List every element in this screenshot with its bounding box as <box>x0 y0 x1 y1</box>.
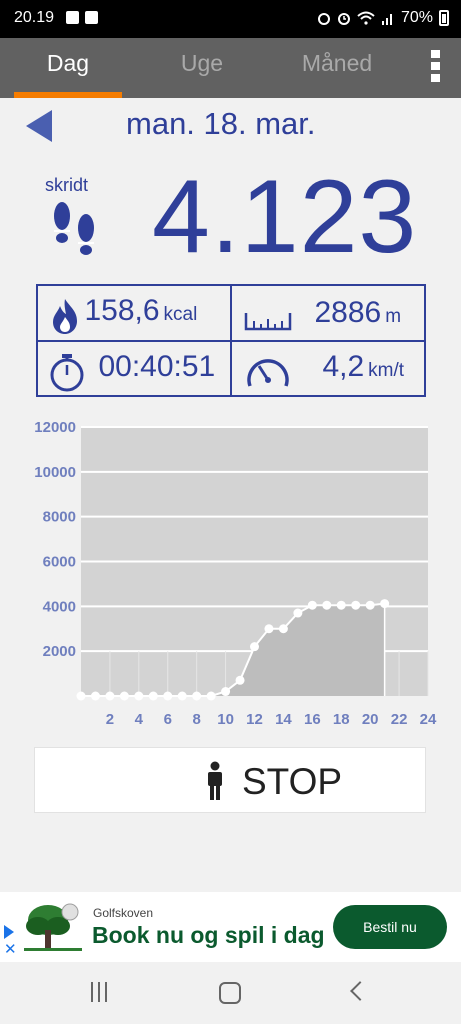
chart-data-point <box>293 608 303 618</box>
steps-per-hour-chart: 200040006000800010000120002 4 6 8 10 12 14 16 18… <box>34 419 437 728</box>
chart-data-point <box>192 691 202 701</box>
stats-grid: 158,6 kcal 2886 m 00:40:51 4,2 km/t <box>36 284 426 397</box>
date-navigation: man. 18. mar. <box>0 102 461 152</box>
chart-data-point <box>351 600 361 610</box>
speed-unit: km/t <box>368 360 405 381</box>
chart-data-point <box>250 642 259 652</box>
wifi-icon <box>357 11 375 25</box>
y-tick-label: 8000 <box>43 509 76 526</box>
chart-data-point <box>134 691 144 701</box>
chart-data-point <box>307 600 317 610</box>
ad-advertiser: Golfskoven <box>93 906 154 920</box>
x-tick-label: 22 <box>391 711 408 728</box>
x-tick-label: 14 <box>275 711 292 728</box>
x-tick-label: 20 <box>362 711 379 728</box>
home-icon[interactable] <box>219 982 241 1004</box>
chart-data-point <box>119 691 129 701</box>
chart-data-point <box>264 624 274 634</box>
x-tick-label: 16 <box>304 711 321 728</box>
chart-data-point <box>221 687 231 697</box>
chart-data-point <box>105 691 115 701</box>
recents-icon[interactable] <box>91 982 107 1002</box>
tab-week[interactable]: Uge <box>150 38 254 98</box>
overflow-menu-icon[interactable] <box>431 50 441 86</box>
status-bar: 20.19 70% <box>0 0 461 38</box>
chart-data-point <box>177 691 187 701</box>
x-tick-label: 24 <box>420 711 437 728</box>
tab-day[interactable]: Dag <box>14 38 122 98</box>
distance-unit: m <box>385 306 402 327</box>
flame-icon <box>53 298 77 334</box>
ad-headline: Book nu og spil i dag <box>92 922 325 948</box>
distance-cell: 2886 m <box>244 296 401 333</box>
chart-data-point <box>336 600 346 610</box>
speedometer-icon <box>247 358 289 387</box>
alarm-icon <box>317 13 330 25</box>
system-navigation-bar <box>0 962 461 1024</box>
y-tick-label: 4000 <box>43 598 76 615</box>
back-icon[interactable] <box>350 981 370 1001</box>
stop-button[interactable]: STOP <box>34 747 426 813</box>
chart-data-point <box>322 600 332 610</box>
chart-data-point <box>235 675 245 685</box>
chart-data-point <box>90 691 100 701</box>
duration-value: 00:40:51 <box>98 350 216 383</box>
y-tick-label: 10000 <box>34 464 76 481</box>
signal-icon <box>381 14 392 25</box>
speed-cell: 4,2 km/t <box>244 350 404 392</box>
x-tick-label: 4 <box>135 711 144 728</box>
calories-unit: kcal <box>163 304 198 325</box>
footprints-icon <box>54 202 94 255</box>
x-tick-label: 8 <box>192 711 200 728</box>
photo-notification-icon <box>66 11 79 24</box>
stopwatch-icon <box>50 353 84 392</box>
y-tick-label: 6000 <box>43 554 76 571</box>
x-tick-label: 2 <box>106 711 114 728</box>
step-count: 4.123 <box>152 159 418 275</box>
date-label: man. 18. mar. <box>126 106 316 141</box>
ad-close-icon[interactable]: ✕ <box>4 940 17 958</box>
tab-bar: Dag Uge Måned <box>0 38 461 98</box>
distance-value: 2886 <box>314 296 382 329</box>
y-tick-label: 12000 <box>34 419 76 436</box>
battery-percent: 70% <box>400 9 433 26</box>
chart-data-point <box>365 600 375 610</box>
steps-label: skridt <box>45 175 89 195</box>
chart-data-point <box>148 691 158 701</box>
active-tab-indicator <box>14 92 122 98</box>
stop-button-label: STOP <box>242 761 343 802</box>
chart-data-point <box>206 691 216 701</box>
chart-data-point <box>76 691 86 701</box>
ad-cta-button[interactable]: Bestil nu <box>333 905 447 949</box>
ruler-icon <box>244 312 292 331</box>
x-tick-label: 12 <box>246 711 263 728</box>
golf-tree-logo <box>24 903 82 951</box>
chart-data-point <box>163 691 173 701</box>
check-notification-icon <box>85 11 98 24</box>
calories-cell: 158,6 kcal <box>50 294 197 335</box>
ad-choices-icon[interactable] <box>4 925 14 939</box>
x-tick-label: 18 <box>333 711 350 728</box>
chart-data-point <box>380 599 390 609</box>
x-tick-label: 6 <box>164 711 172 728</box>
ad-banner[interactable]: ✕ Golfskoven Book nu og spil i dag Besti… <box>0 892 461 962</box>
chart-data-point <box>278 624 288 634</box>
status-time: 20.19 <box>14 9 55 26</box>
person-icon <box>208 761 222 800</box>
speed-value: 4,2 <box>322 350 365 383</box>
tab-month[interactable]: Måned <box>285 38 389 98</box>
duration-cell: 00:40:51 <box>48 350 215 392</box>
alarm-clock-icon <box>337 13 350 25</box>
x-tick-label: 10 <box>217 711 234 728</box>
y-tick-label: 2000 <box>43 643 76 660</box>
battery-icon <box>439 10 449 26</box>
previous-day-arrow-icon[interactable] <box>26 110 52 142</box>
calories-value: 158,6 <box>84 294 160 327</box>
